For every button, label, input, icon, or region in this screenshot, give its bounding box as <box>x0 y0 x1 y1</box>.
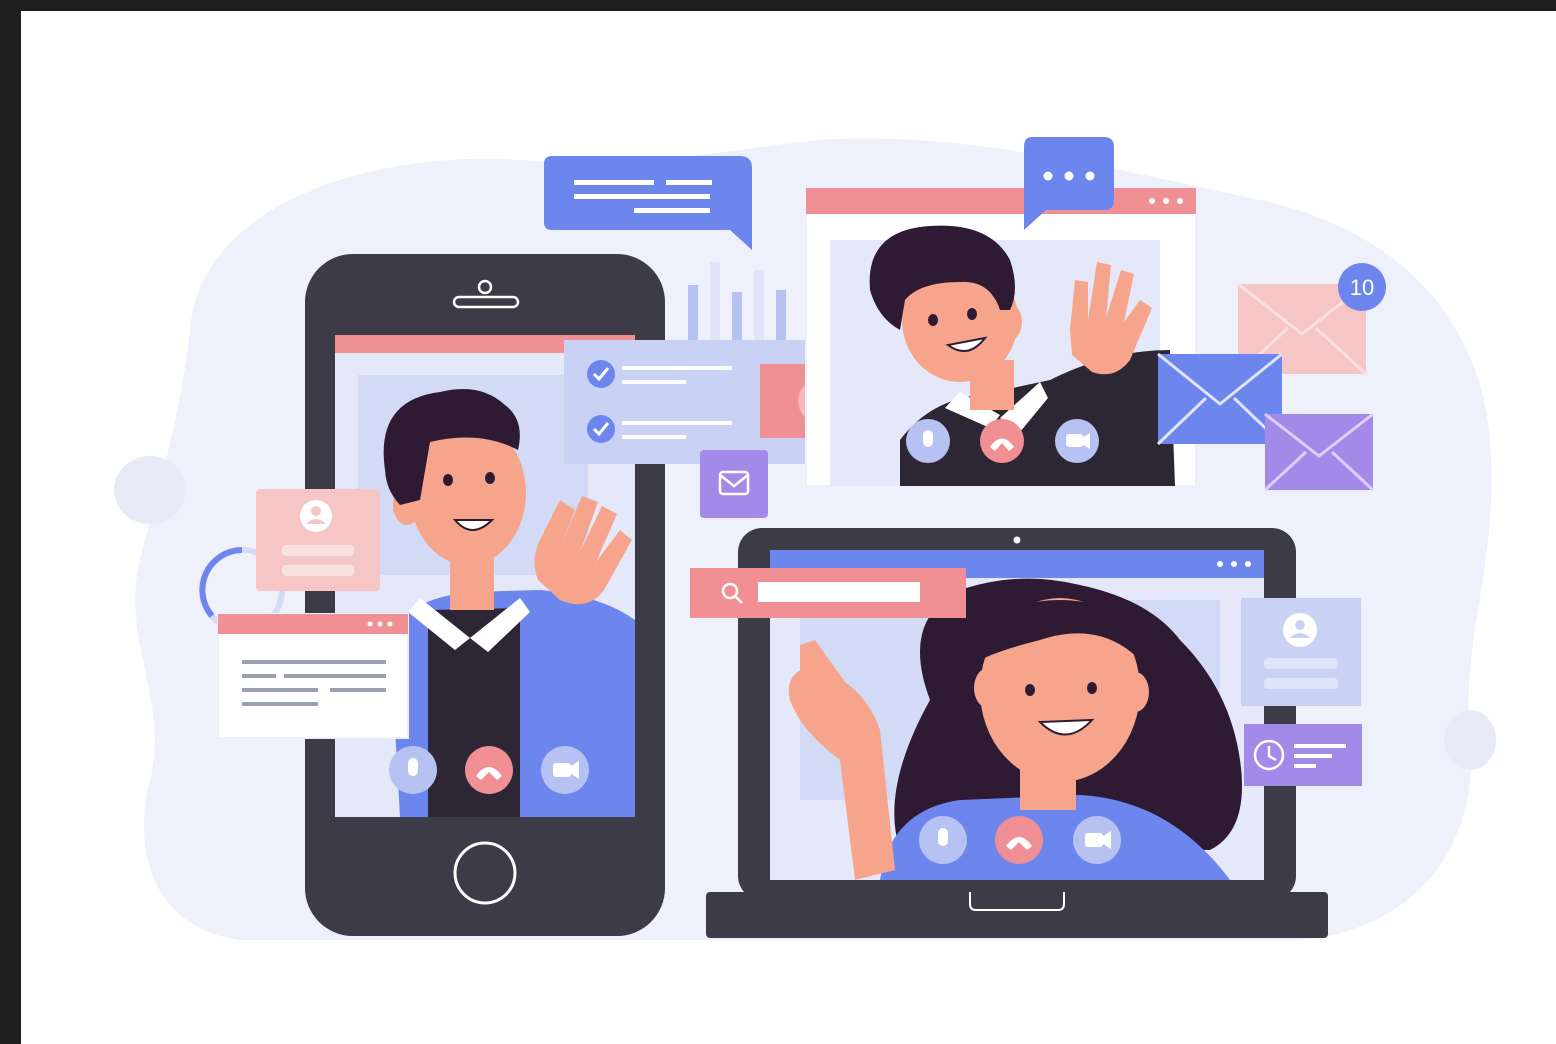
schedule-card <box>1244 724 1362 786</box>
profile-card-pink <box>256 489 380 591</box>
search-input[interactable] <box>758 582 920 602</box>
notification-badge[interactable]: 10 <box>1338 263 1386 311</box>
mail-tile[interactable] <box>700 450 768 518</box>
envelope-purple <box>1263 412 1375 492</box>
notification-count: 10 <box>1350 275 1374 300</box>
illustration-canvas: 10 <box>21 11 1556 1044</box>
envelope-blue <box>1156 352 1284 446</box>
browser-window <box>805 187 1197 487</box>
check-icon <box>587 415 615 443</box>
profile-card-blue <box>1241 598 1361 706</box>
search-bar[interactable] <box>690 568 966 618</box>
document-card <box>217 613 409 739</box>
check-icon <box>587 360 615 388</box>
